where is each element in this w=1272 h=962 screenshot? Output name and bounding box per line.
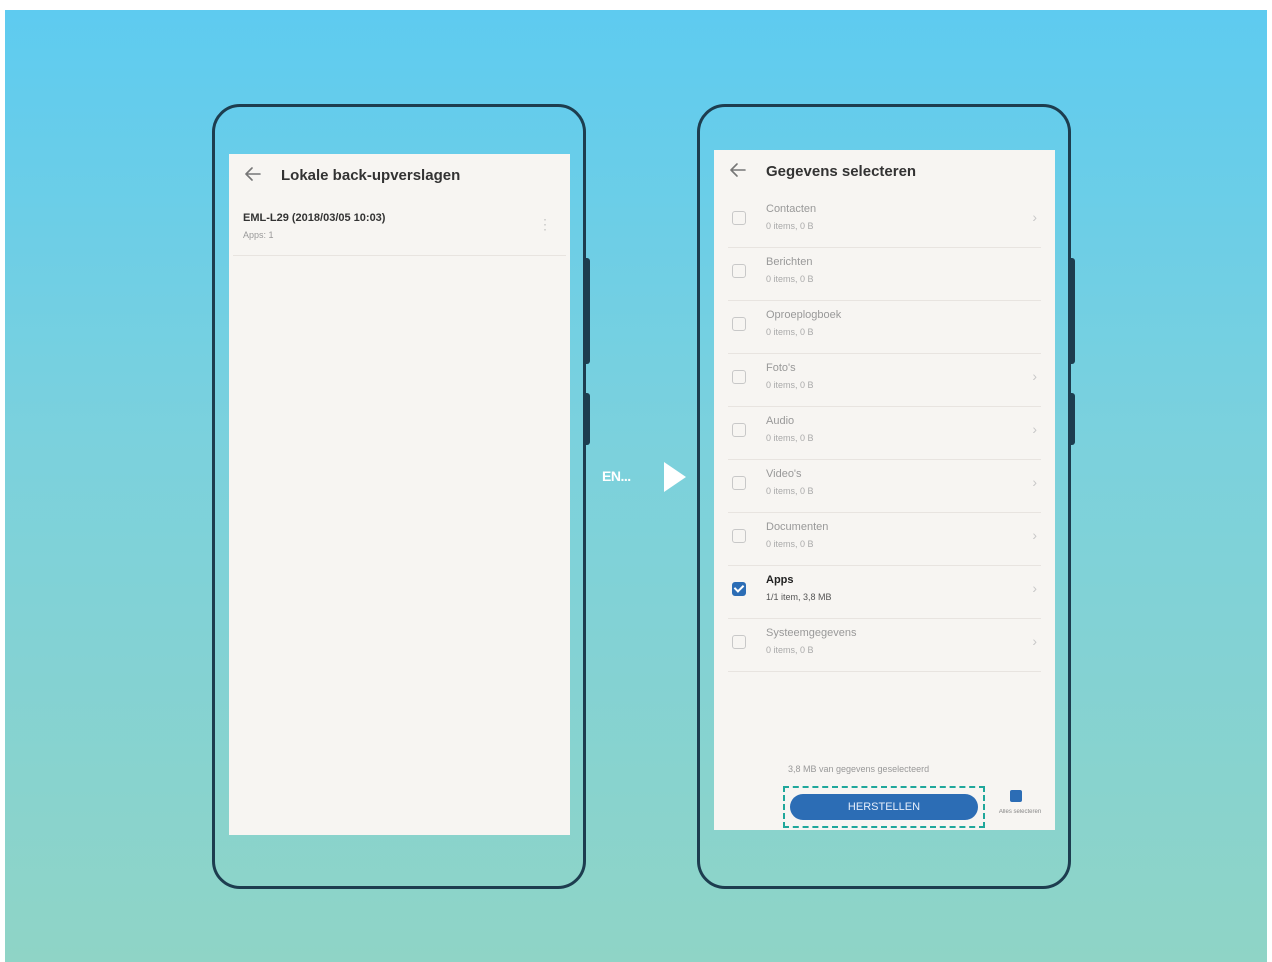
right-arrow-icon (664, 462, 686, 492)
app-bar: Lokale back-upverslagen (229, 154, 570, 198)
list-item-selected[interactable]: Apps 1/1 item, 3,8 MB › (714, 566, 1055, 619)
back-arrow-icon[interactable] (728, 160, 748, 180)
list-item[interactable]: Systeemgegevens 0 items, 0 B › (714, 619, 1055, 672)
page-title: Lokale back-upverslagen (281, 167, 461, 184)
chevron-right-icon: › (1032, 633, 1037, 649)
item-name: Systeemgegevens (766, 627, 857, 639)
selected-summary: 3,8 MB van gegevens geselecteerd (788, 764, 930, 774)
item-meta: 0 items, 0 B (766, 274, 814, 284)
chevron-right-icon: › (1032, 209, 1037, 225)
item-name: Audio (766, 415, 795, 427)
item-name: Apps (766, 574, 794, 586)
left-phone-screen: Lokale back-upverslagen EML-L29 (2018/03… (229, 154, 570, 835)
checkbox[interactable] (732, 317, 746, 331)
checkbox[interactable] (732, 370, 746, 384)
checkbox[interactable] (732, 423, 746, 437)
item-name: Oproeplogboek (766, 309, 842, 321)
item-meta: 0 items, 0 B (766, 645, 814, 655)
backup-record-detail: Apps: 1 (243, 230, 274, 240)
checkbox-checked[interactable] (732, 582, 746, 596)
item-meta: 1/1 item, 3,8 MB (766, 592, 832, 602)
list-item[interactable]: Documenten 0 items, 0 B › (714, 513, 1055, 566)
backup-record-row[interactable]: EML-L29 (2018/03/05 10:03) Apps: 1 ⋮ (229, 204, 570, 256)
list-item[interactable]: Audio 0 items, 0 B › (714, 407, 1055, 460)
step-arrow: EN... (600, 456, 686, 498)
item-meta: 0 items, 0 B (766, 380, 814, 390)
item-meta: 0 items, 0 B (766, 486, 814, 496)
chevron-right-icon: › (1032, 368, 1037, 384)
chevron-right-icon: › (1032, 421, 1037, 437)
select-all-icon[interactable] (1010, 790, 1022, 802)
chevron-right-icon: › (1032, 474, 1037, 490)
item-name: Video's (766, 468, 802, 480)
item-meta: 0 items, 0 B (766, 327, 814, 337)
more-icon[interactable]: ⋮ (538, 216, 552, 233)
item-name: Foto's (766, 362, 796, 374)
checkbox[interactable] (732, 211, 746, 225)
checkbox[interactable] (732, 529, 746, 543)
item-meta: 0 items, 0 B (766, 539, 814, 549)
list-item[interactable]: Video's 0 items, 0 B › (714, 460, 1055, 513)
checkbox[interactable] (732, 264, 746, 278)
restore-button[interactable]: HERSTELLEN (790, 794, 978, 820)
chevron-right-icon: › (1032, 527, 1037, 543)
volume-button (1068, 393, 1075, 445)
right-phone-screen: Gegevens selecteren Contacten 0 items, 0… (714, 150, 1055, 830)
list-item[interactable]: Berichten 0 items, 0 B (714, 248, 1055, 301)
list-item[interactable]: Contacten 0 items, 0 B › (714, 195, 1055, 248)
item-name: Documenten (766, 521, 829, 533)
item-meta: 0 items, 0 B (766, 433, 814, 443)
left-phone-power-button (583, 258, 590, 364)
left-phone-volume-button (583, 393, 590, 445)
divider (233, 255, 566, 256)
power-button (1068, 258, 1075, 364)
list-item[interactable]: Oproeplogboek 0 items, 0 B (714, 301, 1055, 354)
item-name: Contacten (766, 203, 817, 215)
checkbox[interactable] (732, 635, 746, 649)
chevron-right-icon: › (1032, 580, 1037, 596)
divider (728, 671, 1041, 672)
page-title: Gegevens selecteren (766, 163, 917, 180)
backup-record-name: EML-L29 (2018/03/05 10:03) (243, 212, 386, 224)
item-meta: 0 items, 0 B (766, 221, 814, 231)
checkbox[interactable] (732, 476, 746, 490)
select-all-label[interactable]: Alles selecteren (988, 809, 1052, 815)
back-arrow-icon[interactable] (243, 164, 263, 184)
list-item[interactable]: Foto's 0 items, 0 B › (714, 354, 1055, 407)
app-bar: Gegevens selecteren (714, 150, 1055, 194)
item-name: Berichten (766, 256, 813, 268)
